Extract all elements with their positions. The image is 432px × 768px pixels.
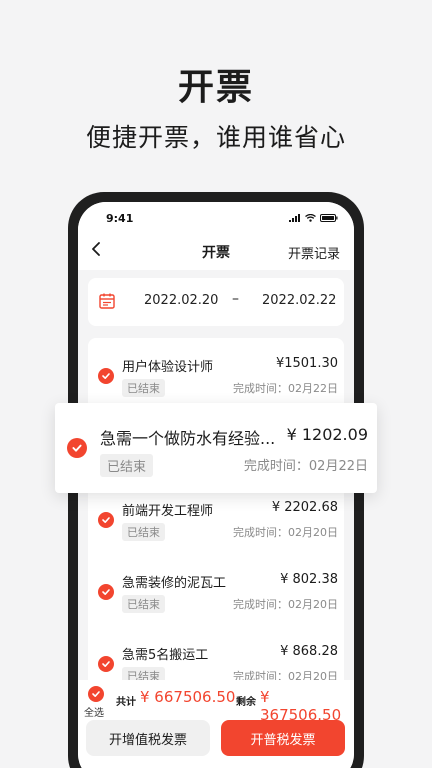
invoice-records-link[interactable]: 开票记录 bbox=[288, 243, 340, 262]
checkbox-checked[interactable] bbox=[98, 512, 114, 528]
checkbox-checked[interactable] bbox=[98, 368, 114, 384]
total-value: ¥ 667506.50 bbox=[140, 688, 236, 706]
item-price: ¥ 802.38 bbox=[280, 572, 338, 587]
item-time: 完成时间：02月20日 bbox=[233, 526, 338, 539]
check-icon bbox=[92, 691, 100, 697]
item-price: ¥ 2202.68 bbox=[271, 500, 338, 515]
item-time: 完成时间：02月22日 bbox=[233, 382, 338, 395]
item-price: ¥ 1202.09 bbox=[286, 425, 368, 444]
check-icon bbox=[102, 517, 110, 523]
status-badge: 已结束 bbox=[122, 595, 165, 613]
item-title: 前端开发工程师 bbox=[122, 504, 214, 519]
list-item[interactable]: 用户体验设计师 ¥1501.30 已结束 完成时间：02月22日 bbox=[88, 338, 344, 410]
status-time: 9:41 bbox=[106, 212, 134, 225]
remain-label: 剩余 bbox=[236, 697, 256, 708]
select-all-label[interactable]: 全选 bbox=[84, 704, 104, 719]
battery-icon bbox=[320, 214, 338, 222]
status-bar: 9:41 bbox=[78, 202, 354, 232]
hero-subtitle: 便捷开票，谁用谁省心 bbox=[85, 123, 346, 152]
status-badge: 已结束 bbox=[122, 379, 165, 397]
item-title: 急需5名搬运工 bbox=[122, 648, 209, 663]
checkbox-checked[interactable] bbox=[98, 656, 114, 672]
status-badge: 已结束 bbox=[122, 523, 165, 541]
check-icon bbox=[102, 589, 110, 595]
status-icons bbox=[289, 214, 338, 222]
check-icon bbox=[72, 444, 82, 452]
status-badge: 已结束 bbox=[100, 454, 154, 477]
checkbox-checked[interactable] bbox=[98, 584, 114, 600]
item-title: 用户体验设计师 bbox=[122, 360, 214, 375]
list-item-highlighted[interactable]: 急需一个做防水有经验... ¥ 1202.09 已结束 完成时间：02月22日 bbox=[55, 403, 377, 493]
select-all-checkbox[interactable] bbox=[88, 686, 104, 702]
nav-bar: 开票 开票记录 bbox=[78, 232, 354, 270]
total-label: 共计 bbox=[116, 697, 136, 708]
item-title: 急需一个做防水有经验... bbox=[100, 429, 276, 448]
item-price: ¥1501.30 bbox=[275, 356, 338, 371]
item-time: 完成时间：02月20日 bbox=[233, 598, 338, 611]
item-price: ¥ 868.28 bbox=[280, 644, 338, 659]
list-item[interactable]: 急需装修的泥瓦工 ¥ 802.38 已结束 完成时间：02月20日 bbox=[88, 554, 344, 626]
vat-invoice-button[interactable]: 开增值税发票 bbox=[86, 720, 210, 756]
signal-icon bbox=[289, 214, 300, 222]
date-separator: – bbox=[232, 291, 239, 307]
check-icon bbox=[102, 373, 110, 379]
check-icon bbox=[102, 661, 110, 667]
wifi-icon bbox=[305, 214, 316, 222]
checkbox-checked[interactable] bbox=[67, 438, 87, 458]
item-time: 完成时间：02月22日 bbox=[243, 459, 368, 474]
bottom-action-bar: 全选 共计 ¥ 667506.50 剩余 ¥ 367506.50 开增值税发票 … bbox=[78, 680, 354, 768]
date-end[interactable]: 2022.02.22 bbox=[262, 293, 336, 308]
remain-value: ¥ 367506.50 bbox=[260, 688, 342, 724]
item-title: 急需装修的泥瓦工 bbox=[122, 576, 227, 591]
normal-invoice-button[interactable]: 开普税发票 bbox=[221, 720, 345, 756]
date-range-picker[interactable]: 2022.02.20 – 2022.02.22 bbox=[88, 278, 344, 326]
hero-title: 开票 bbox=[177, 67, 254, 108]
calendar-icon bbox=[99, 293, 115, 309]
date-start[interactable]: 2022.02.20 bbox=[144, 293, 218, 308]
